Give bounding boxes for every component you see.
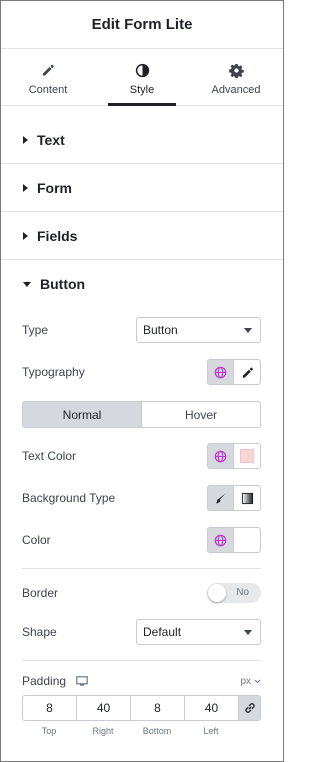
globe-button[interactable] <box>207 527 234 553</box>
padding-right-label: Right <box>92 726 114 736</box>
tab-hover[interactable]: Hover <box>141 402 260 427</box>
tab-label: Style <box>129 84 155 96</box>
gear-icon <box>228 61 244 79</box>
edit-typography-button[interactable] <box>234 359 261 385</box>
panel-header: Edit Form Lite <box>1 1 283 49</box>
section-title: Form <box>37 179 72 196</box>
text-color-label: Text Color <box>22 449 77 463</box>
chevron-down-icon <box>244 327 252 333</box>
section-title: Fields <box>37 227 78 244</box>
link-values-button[interactable] <box>238 695 261 721</box>
tab-label: Content <box>28 84 68 96</box>
padding-header: Padding px <box>1 673 283 689</box>
padding-label-group: Padding <box>22 674 88 688</box>
color-swatch <box>240 449 254 463</box>
padding-right-input[interactable]: 40 <box>76 695 130 721</box>
section-fields[interactable]: Fields <box>1 212 283 260</box>
caret-down-icon <box>23 281 31 287</box>
caret-right-icon <box>23 183 28 192</box>
globe-icon <box>214 450 227 462</box>
text-color-control: Text Color <box>1 443 283 469</box>
caret-right-icon <box>23 135 28 144</box>
link-icon <box>244 703 255 713</box>
toggle-knob <box>208 584 226 602</box>
panel-tabs: Content Style Advanced <box>1 49 283 106</box>
tab-normal[interactable]: Normal <box>23 402 141 427</box>
type-label: Type <box>22 323 49 337</box>
color-label: Color <box>22 533 51 547</box>
shape-select-value: Default <box>143 625 182 639</box>
padding-left-input[interactable]: 40 <box>184 695 238 721</box>
globe-button[interactable] <box>207 443 234 469</box>
contrast-icon <box>135 61 150 79</box>
section-button[interactable]: Button <box>1 260 283 308</box>
classic-background-button[interactable] <box>207 485 234 511</box>
pencil-icon <box>242 367 253 378</box>
tab-advanced[interactable]: Advanced <box>189 49 283 105</box>
section-form[interactable]: Form <box>1 164 283 212</box>
border-control: Border No <box>1 583 283 603</box>
desktop-icon[interactable] <box>76 675 88 687</box>
shape-select[interactable]: Default <box>136 619 261 645</box>
type-select-value: Button <box>143 323 178 337</box>
globe-icon <box>214 534 227 546</box>
section-title: Button <box>40 276 86 292</box>
padding-right: 40 Right <box>76 695 130 736</box>
text-color-buttons <box>207 443 261 469</box>
padding-bottom-label: Bottom <box>142 726 172 736</box>
tab-content[interactable]: Content <box>1 49 95 105</box>
divider <box>22 660 261 661</box>
type-control: Type Button <box>1 317 283 343</box>
color-buttons <box>207 527 261 553</box>
divider <box>22 568 261 569</box>
background-type-label: Background Type <box>22 491 116 505</box>
caret-right-icon <box>23 231 28 240</box>
padding-label: Padding <box>22 674 67 688</box>
padding-bottom: 8 Bottom <box>130 695 184 736</box>
color-picker[interactable] <box>234 527 261 553</box>
typography-buttons <box>207 359 261 385</box>
padding-top-label: Top <box>41 726 57 736</box>
tab-label: Advanced <box>211 84 261 96</box>
padding-bottom-input[interactable]: 8 <box>130 695 184 721</box>
brush-icon <box>215 492 226 503</box>
typography-label: Typography <box>22 365 85 379</box>
pencil-icon <box>41 61 55 79</box>
shape-control: Shape Default <box>1 619 283 645</box>
text-color-picker[interactable] <box>234 443 261 469</box>
section-text[interactable]: Text <box>1 116 283 164</box>
tab-style[interactable]: Style <box>95 49 189 106</box>
chevron-down-icon <box>254 679 261 683</box>
shape-label: Shape <box>22 625 57 639</box>
padding-top: 8 Top <box>22 695 76 736</box>
typography-control: Typography <box>1 359 283 385</box>
editor-panel: Edit Form Lite Content Style Advanced Te… <box>0 0 284 762</box>
unit-selector[interactable]: px <box>240 676 261 687</box>
gradient-icon <box>241 492 253 504</box>
color-control: Color <box>1 527 283 553</box>
gradient-background-button[interactable] <box>234 485 261 511</box>
type-select[interactable]: Button <box>136 317 261 343</box>
panel-title: Edit Form Lite <box>91 16 193 33</box>
chevron-down-icon <box>244 629 252 635</box>
toggle-text: No <box>236 587 249 598</box>
border-toggle[interactable]: No <box>207 583 261 603</box>
state-tabs: Normal Hover <box>22 401 261 428</box>
padding-inputs: 8 Top 40 Right 8 Bottom 40 Left <box>22 695 261 736</box>
border-label: Border <box>22 586 59 600</box>
background-type-control: Background Type <box>1 485 283 511</box>
padding-top-input[interactable]: 8 <box>22 695 76 721</box>
globe-icon <box>214 366 227 378</box>
background-type-buttons <box>207 485 261 511</box>
globe-button[interactable] <box>207 359 234 385</box>
unit-value: px <box>240 675 251 687</box>
section-title: Text <box>37 131 65 148</box>
padding-left: 40 Left <box>184 695 238 736</box>
padding-left-label: Left <box>203 726 219 736</box>
